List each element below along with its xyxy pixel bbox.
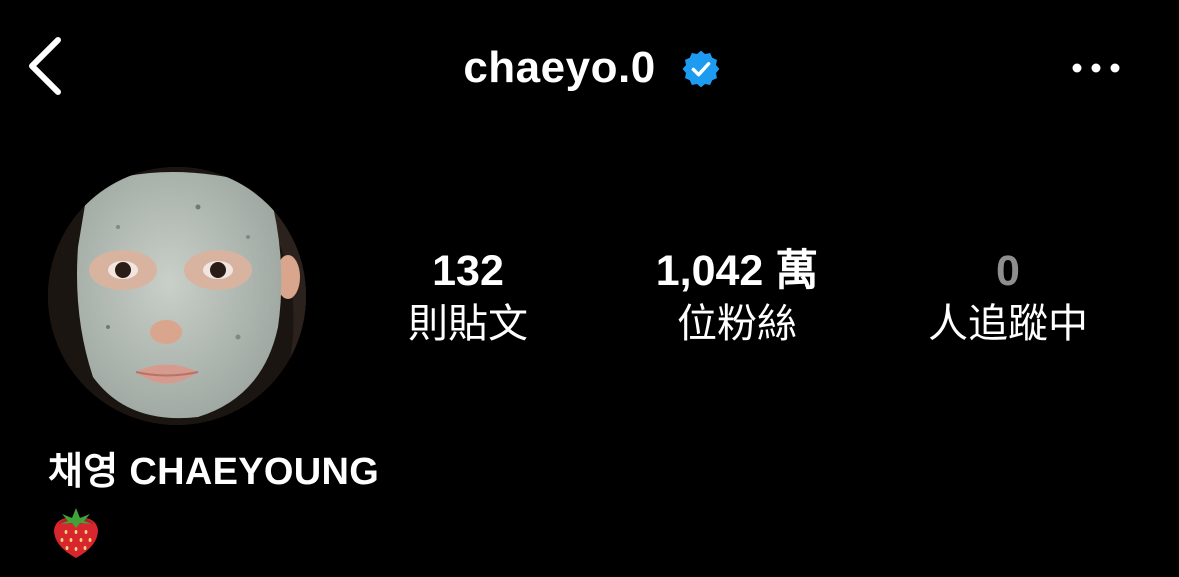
profile-header: chaeyo.0 xyxy=(0,38,1179,98)
strawberry-emoji-icon xyxy=(54,508,98,558)
more-horizontal-icon xyxy=(1072,63,1120,73)
profile-username: chaeyo.0 xyxy=(463,43,656,92)
verified-badge-icon xyxy=(682,50,720,88)
following-count-label: 人追蹤中 xyxy=(928,302,1088,346)
followers-count[interactable]: 1,042 萬 位粉絲 xyxy=(617,244,857,350)
profile-photo xyxy=(48,167,306,425)
profile-avatar[interactable] xyxy=(48,167,306,425)
following-count-value: 0 xyxy=(996,247,1020,295)
followers-count-value: 1,042 萬 xyxy=(655,247,819,295)
following-count[interactable]: 0 人追蹤中 xyxy=(888,244,1128,350)
posts-count-label: 則貼文 xyxy=(408,302,528,346)
followers-count-label: 位粉絲 xyxy=(677,302,797,346)
posts-count-value: 132 xyxy=(432,247,504,295)
posts-count[interactable]: 132 則貼文 xyxy=(348,244,588,350)
bio xyxy=(50,504,102,560)
display-name: 채영 CHAEYOUNG xyxy=(48,451,380,493)
more-options-button[interactable] xyxy=(1066,50,1126,86)
